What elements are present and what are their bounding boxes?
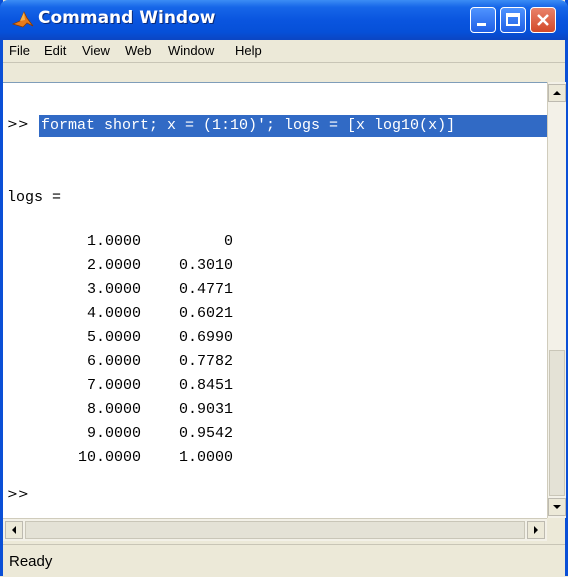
menu-window[interactable]: Window [168,43,214,58]
close-icon [537,14,549,26]
scroll-right-button[interactable] [527,521,545,539]
horizontal-scrollbar[interactable] [3,518,547,541]
scrollbar-corner [547,518,565,540]
menu-help[interactable]: Help [235,43,262,58]
maximize-icon [506,13,520,26]
arrow-right-icon [534,526,538,534]
scroll-down-button[interactable] [548,498,566,516]
table-row: 8.0000 0.9031 [3,401,253,421]
command-window: Command Window File Edit View Web Window… [0,0,568,577]
log-value: 0.9031 [178,401,233,418]
menu-file[interactable]: File [9,43,30,58]
x-value: 8.0000 [86,401,141,418]
x-value: 5.0000 [86,329,141,346]
arrow-left-icon [12,526,16,534]
variable-name: logs = [7,189,62,206]
table-row: 5.0000 0.6990 [3,329,253,349]
menu-web[interactable]: Web [125,43,152,58]
table-row: 1.0000 0 [3,233,253,253]
log-value: 0.4771 [178,281,233,298]
x-value: 1.0000 [86,233,141,250]
log-value: 0.3010 [178,257,233,274]
table-row: 7.0000 0.8451 [3,377,253,397]
table-row: 6.0000 0.7782 [3,353,253,373]
menu-edit[interactable]: Edit [44,43,66,58]
command-area[interactable]: >> format short; x = (1:10)'; logs = [x … [3,82,547,519]
vertical-scrollbar[interactable] [547,82,566,518]
status-bar: Ready [3,544,565,577]
table-row: 10.0000 1.0000 [3,449,253,469]
x-value: 6.0000 [86,353,141,370]
x-value: 4.0000 [86,305,141,322]
x-value: 3.0000 [86,281,141,298]
scroll-left-button[interactable] [5,521,23,539]
status-text: Ready [9,553,53,570]
command-line: >> format short; x = (1:10)'; logs = [x … [3,115,547,137]
log-value: 0.6990 [178,329,233,346]
table-row: 2.0000 0.3010 [3,257,253,277]
prompt: >> [7,117,29,132]
table-row: 3.0000 0.4771 [3,281,253,301]
menu-bar: File Edit View Web Window Help [3,40,565,63]
matlab-logo-icon [12,11,34,28]
title-bar[interactable]: Command Window [0,0,568,40]
x-value: 10.0000 [77,449,141,466]
arrow-up-icon [553,91,561,95]
command-input[interactable]: format short; x = (1:10)'; logs = [x log… [39,115,547,137]
log-value: 1.0000 [178,449,233,466]
x-value: 9.0000 [86,425,141,442]
window-title: Command Window [38,8,216,28]
log-value: 0.9542 [178,425,233,442]
horizontal-scroll-thumb[interactable] [25,521,525,539]
menu-view[interactable]: View [82,43,110,58]
scroll-thumb[interactable] [549,350,565,496]
x-value: 7.0000 [86,377,141,394]
close-button[interactable] [530,7,556,33]
table-row: 9.0000 0.9542 [3,425,253,445]
maximize-button[interactable] [500,7,526,33]
x-value: 2.0000 [86,257,141,274]
minimize-button[interactable] [470,7,496,33]
log-value: 0.7782 [178,353,233,370]
table-row: 4.0000 0.6021 [3,305,253,325]
final-prompt[interactable]: >> [7,487,29,502]
minimize-icon [477,23,486,26]
log-value: 0.6021 [178,305,233,322]
log-value: 0.8451 [178,377,233,394]
scroll-up-button[interactable] [548,84,566,102]
arrow-down-icon [553,505,561,509]
log-value: 0 [223,233,233,250]
